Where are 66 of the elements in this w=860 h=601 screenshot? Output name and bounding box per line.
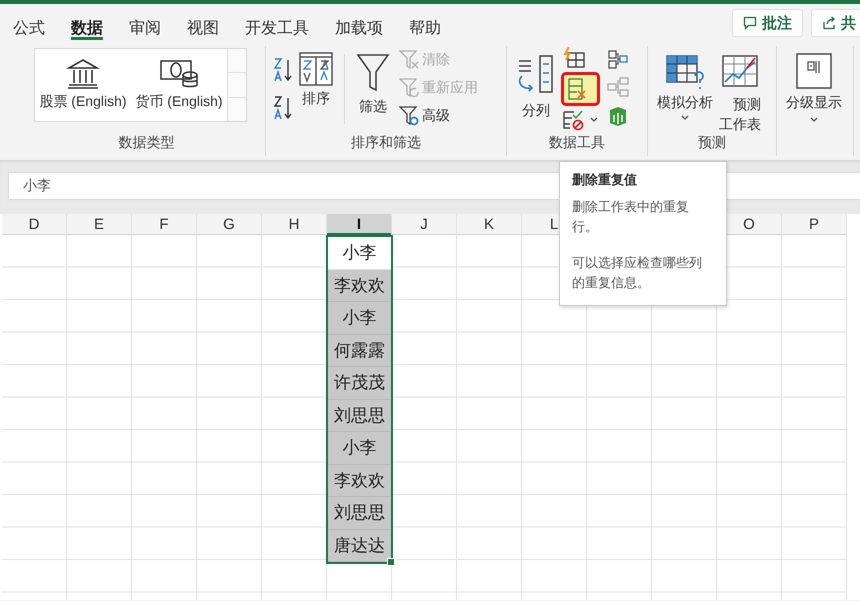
fill-handle[interactable] — [387, 558, 395, 566]
ribbon-tab[interactable]: 审阅 — [120, 4, 170, 42]
data-validation-button[interactable] — [561, 108, 600, 132]
caret-icon — [809, 116, 819, 124]
share-icon — [822, 16, 836, 30]
tooltip-text: 删除工作表中的重复行。 — [572, 198, 690, 236]
column-header[interactable]: F — [159, 215, 169, 234]
ribbon-tab[interactable]: 公式 — [4, 4, 54, 42]
table-cell[interactable]: 何露露 — [328, 334, 391, 367]
outline-icon — [795, 52, 833, 90]
bank-icon — [66, 57, 100, 89]
share-button[interactable]: 共 — [811, 9, 860, 37]
data-type-button[interactable]: 货币 (English) — [131, 49, 227, 121]
ribbon-tab[interactable]: 开发工具 — [236, 4, 318, 42]
sort-button[interactable]: 排序 — [296, 50, 336, 110]
forecast-sheet-button[interactable]: 预测工作表 — [716, 52, 764, 136]
tooltip-title: 删除重复值 — [572, 171, 638, 189]
data-validation-icon — [562, 109, 586, 131]
flash-fill-icon — [562, 47, 586, 69]
outline-button[interactable]: 分级显示 — [783, 50, 845, 126]
advanced-filter-button[interactable]: 高级 — [397, 102, 480, 130]
data-type-button[interactable]: 股票 (English) — [35, 49, 131, 121]
column-header[interactable]: K — [484, 215, 494, 234]
advanced-filter-icon — [399, 105, 419, 127]
caret-icon — [589, 117, 599, 123]
table-cell[interactable]: 刘思思 — [328, 400, 391, 432]
consolidate-button[interactable] — [606, 48, 630, 70]
filter-icon — [356, 52, 390, 94]
remove-duplicates-button[interactable] — [561, 72, 600, 106]
relationships-icon — [607, 77, 629, 97]
what-if-table-icon — [665, 54, 705, 92]
column-header[interactable]: I — [356, 215, 362, 234]
column-header[interactable]: E — [94, 215, 104, 234]
group-label: 排序和筛选 — [350, 134, 422, 152]
ribbon-tab[interactable]: 视图 — [178, 4, 228, 42]
column-header[interactable]: J — [420, 215, 428, 234]
clear-filter-icon — [399, 49, 419, 71]
tooltip-text: 可以选择应检查哪些列的重复信息。 — [572, 254, 703, 292]
table-cell[interactable]: 小李 — [328, 237, 391, 270]
ribbon-tab[interactable]: 加载项 — [326, 4, 392, 42]
group-label: 数据工具 — [548, 134, 606, 152]
group-label: 预测 — [697, 134, 727, 152]
formula-text[interactable]: 小李 — [23, 177, 51, 195]
column-header[interactable]: G — [223, 215, 235, 234]
what-if-analysis-button[interactable]: 模拟分析 — [654, 52, 716, 124]
column-header[interactable]: H — [288, 215, 300, 234]
filter-button[interactable]: 筛选 — [353, 50, 393, 118]
reapply-filter-icon — [399, 77, 419, 99]
data-model-icon — [607, 105, 629, 127]
comment-icon — [743, 16, 757, 30]
column-header[interactable]: L — [550, 215, 558, 234]
caret-icon — [680, 114, 690, 122]
remove-duplicates-icon — [566, 77, 588, 101]
table-cell[interactable]: 李欢欢 — [328, 464, 391, 497]
group-label: 数据类型 — [118, 134, 176, 152]
table-cell[interactable]: 李欢欢 — [328, 270, 391, 302]
column-header[interactable]: O — [743, 215, 755, 234]
text-to-columns-button[interactable]: 分列 — [513, 52, 559, 122]
ribbon-tab[interactable]: 数据 — [62, 4, 112, 42]
column-header[interactable]: D — [28, 215, 40, 234]
consolidate-icon — [607, 49, 629, 69]
table-cell[interactable]: 唐达达 — [328, 530, 391, 562]
column-header[interactable]: P — [808, 215, 819, 234]
ribbon-tab[interactable]: 帮助 — [400, 4, 450, 42]
sort-icon — [299, 52, 333, 86]
comments-button[interactable]: 批注 — [732, 9, 803, 37]
